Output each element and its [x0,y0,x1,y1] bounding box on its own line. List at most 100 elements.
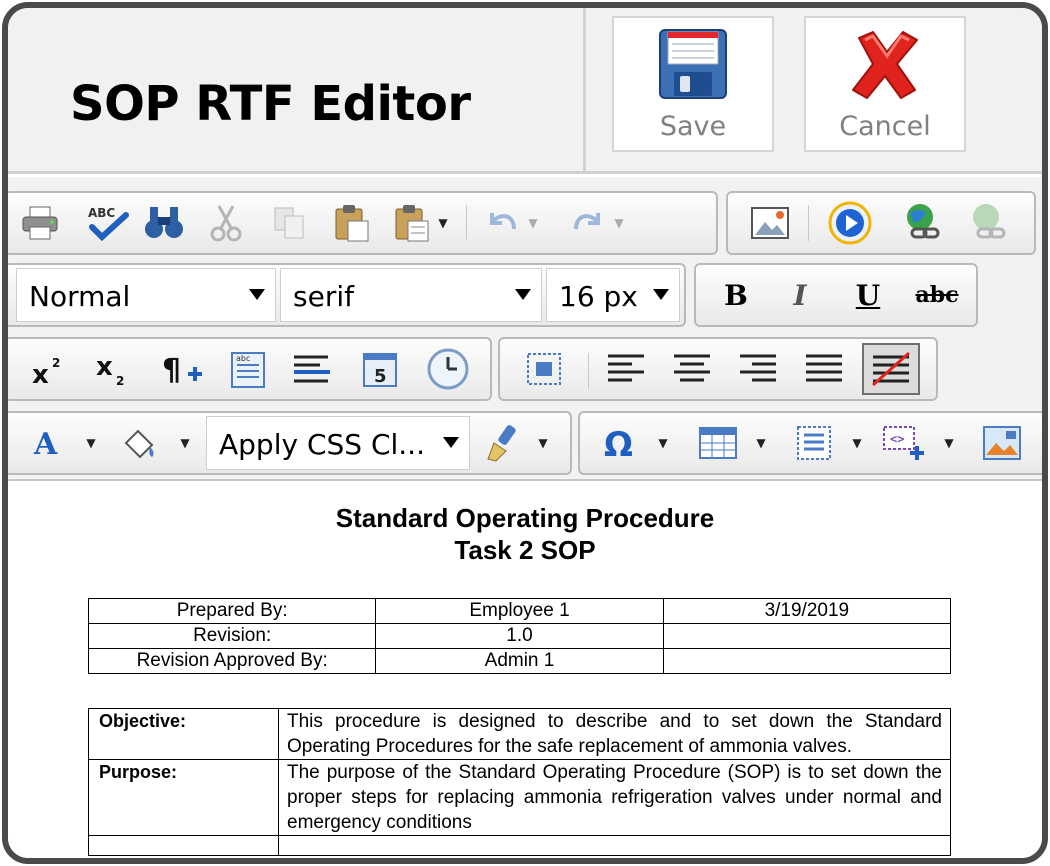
italic-button[interactable]: I [778,273,822,317]
bullet-list-icon[interactable] [792,421,836,465]
paste-special-icon[interactable] [390,201,434,245]
align-center-icon[interactable] [670,347,714,391]
document-info-table: Prepared By: Employee 1 3/19/2019 Revisi… [87,598,952,674]
toolbar-group-alignment [498,337,938,401]
paragraph-insert-icon[interactable]: ¶ [162,347,206,391]
special-character-dropdown-arrow[interactable]: ▼ [656,421,670,465]
bold-icon: B [724,278,748,312]
redo-icon[interactable] [566,201,610,245]
bullet-list-dropdown-arrow[interactable]: ▼ [850,421,864,465]
print-icon[interactable] [18,201,62,245]
remove-alignment-icon [872,351,910,387]
form-element-icon[interactable]: abc [226,347,270,391]
format-block-value: Normal [29,280,131,313]
toolbar-separator [808,205,809,241]
underline-icon: U [855,278,881,312]
insert-snippet-dropdown-arrow[interactable]: ▼ [942,421,956,465]
spellcheck-icon[interactable]: ABC [86,201,130,245]
insert-date-icon[interactable]: 5 [358,347,402,391]
toolbar-separator [466,205,467,241]
font-family-select[interactable]: serif [280,268,542,322]
cut-icon[interactable] [204,201,248,245]
subscript-icon[interactable]: x2 [92,347,136,391]
save-label: Save [659,111,727,142]
horizontal-rule-icon[interactable] [290,347,334,391]
toolbar-group-media [726,191,1036,255]
background-color-bucket-icon[interactable] [118,421,162,465]
insert-table-dropdown-arrow[interactable]: ▼ [754,421,768,465]
format-stripper-dropdown-arrow[interactable]: ▼ [536,421,550,465]
paste-dropdown-arrow[interactable]: ▼ [436,201,450,245]
svg-text:2: 2 [116,374,124,387]
image-map-icon[interactable] [980,421,1024,465]
section-text: This procedure is designed to describe a… [278,708,951,760]
table-cell: Employee 1 [375,598,664,624]
toolbar-group-insert: x2 x2 ¶ abc 5 [8,337,492,401]
insert-snippet-icon[interactable]: <> [882,421,926,465]
document-editing-area[interactable]: Standard Operating Procedure Task 2 SOP … [8,481,1042,858]
align-right-icon[interactable] [736,347,780,391]
svg-text:<>: <> [890,432,904,446]
table-row [88,835,951,856]
font-size-value: 16 px [559,280,638,313]
special-character-omega-icon[interactable]: Ω [600,421,644,465]
bold-button[interactable]: B [714,273,758,317]
format-stripper-brush-icon[interactable] [480,421,524,465]
table-row: Prepared By: Employee 1 3/19/2019 [87,598,952,624]
chevron-down-icon [653,289,669,300]
insert-time-clock-icon[interactable] [426,347,470,391]
save-button[interactable]: Save [612,16,774,152]
document-subtitle: Task 2 SOP [454,535,596,565]
italic-icon: I [793,278,807,312]
font-color-icon[interactable]: A [26,421,70,465]
redo-dropdown-arrow[interactable]: ▼ [612,201,626,245]
font-size-select[interactable]: 16 px [546,268,680,322]
hyperlink-icon[interactable] [900,201,944,245]
font-color-dropdown-arrow[interactable]: ▼ [84,421,98,465]
background-color-dropdown-arrow[interactable]: ▼ [178,421,192,465]
header-bar: SOP RTF Editor Save Cancel [8,8,1042,174]
image-manager-icon[interactable] [748,201,792,245]
format-block-select[interactable]: Normal [16,268,276,322]
svg-text:¶: ¶ [162,353,181,388]
svg-text:ABC: ABC [88,206,115,220]
css-class-select[interactable]: Apply CSS Cl... [206,416,470,470]
svg-text:5: 5 [374,366,387,387]
title-area: SOP RTF Editor [8,8,586,171]
svg-text:x: x [96,352,113,382]
toolbar-group-objects: Ω ▼ ▼ ▼ <> ▼ [578,411,1042,475]
table-row: Objective: This procedure is designed to… [88,708,951,760]
justify-icon[interactable] [802,347,846,391]
media-play-icon[interactable] [828,201,872,245]
table-cell: Admin 1 [375,648,664,674]
table-row: Purpose: The purpose of the Standard Ope… [88,759,951,836]
undo-icon[interactable] [480,201,524,245]
section-text: The purpose of the Standard Operating Pr… [278,759,951,836]
underline-button[interactable]: U [846,273,890,317]
select-all-icon[interactable] [522,347,566,391]
strikethrough-icon: abc [915,282,959,308]
svg-text:x: x [32,360,49,387]
chevron-down-icon [515,289,531,300]
superscript-icon[interactable]: x2 [28,347,72,391]
table-cell: Revision: [87,623,377,649]
paste-icon[interactable] [330,201,374,245]
table-row: Revision: 1.0 [87,623,952,649]
toolbar-group-clipboard: ABC ▼ ▼ ▼ [8,191,718,255]
table-cell: Revision Approved By: [87,648,377,674]
font-family-value: serif [293,280,354,313]
table-cell: Prepared By: [87,598,377,624]
remove-link-icon[interactable] [966,201,1010,245]
undo-dropdown-arrow[interactable]: ▼ [526,201,540,245]
copy-icon[interactable] [268,201,312,245]
remove-alignment-button[interactable] [862,343,920,395]
app-title: SOP RTF Editor [70,76,471,132]
insert-table-icon[interactable] [696,421,740,465]
find-binoculars-icon[interactable] [142,201,186,245]
align-left-icon[interactable] [604,347,648,391]
cancel-button[interactable]: Cancel [804,16,966,152]
strikethrough-button[interactable]: abc [910,273,964,317]
table-cell [662,648,952,674]
toolbar-group-styles: B I U abc [694,263,978,327]
table-cell: 1.0 [375,623,664,649]
